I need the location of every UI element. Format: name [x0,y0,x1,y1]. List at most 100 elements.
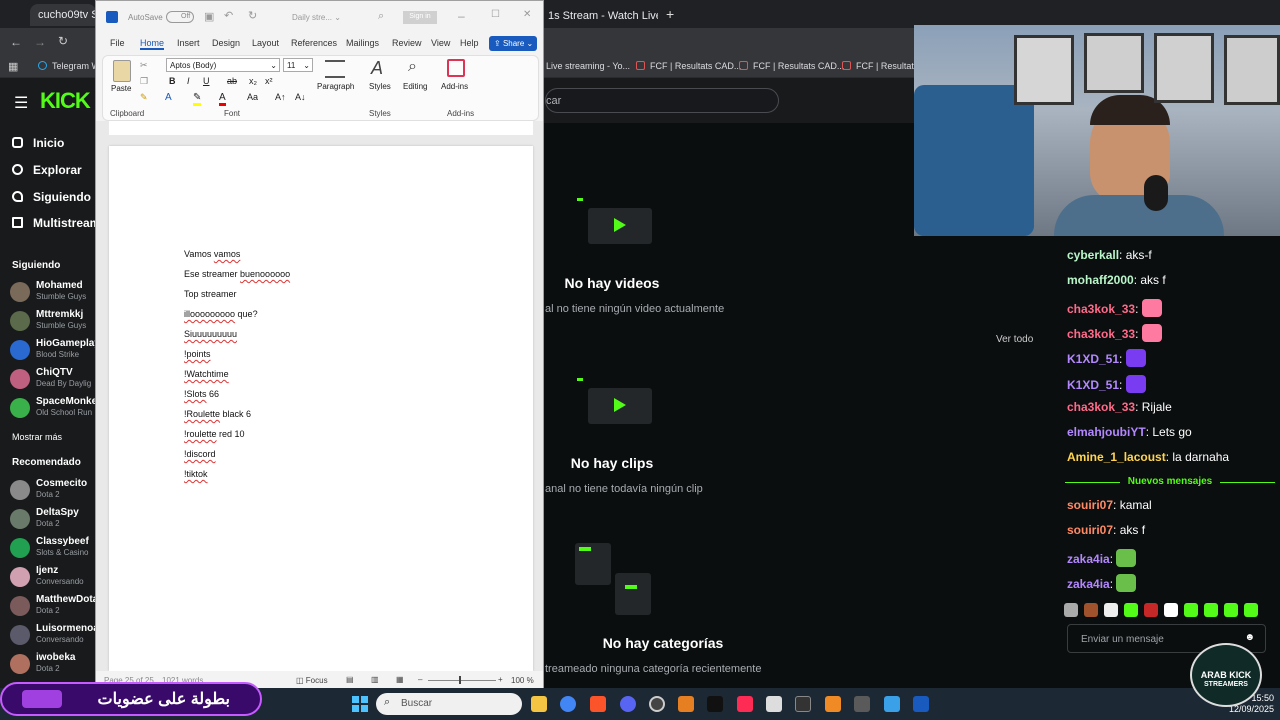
sidebar-channel[interactable]: Mohamed Stumble Guys [10,280,96,304]
change-case-icon[interactable]: Aa [247,92,258,102]
document-line[interactable]: Top streamer [184,289,237,299]
sidebar-item-multistream[interactable]: Multistream [12,216,100,230]
shrink-font-icon[interactable]: A↓ [295,92,306,102]
italic-icon[interactable]: I [187,76,190,86]
chrome-icon[interactable] [560,696,576,712]
back-icon[interactable]: ← [10,35,22,49]
text-effects-icon[interactable]: A [165,92,172,103]
add-ins-label[interactable]: Add-ins [441,82,468,91]
tab-mailings[interactable]: Mailings [346,38,379,48]
document-line[interactable]: illooooooooo que? [184,309,258,319]
copy-icon[interactable]: ❐ [140,76,148,87]
tab-home[interactable]: Home [140,38,165,50]
emote-icon[interactable] [1124,603,1138,617]
browser-tab[interactable]: 1s Stream - Watch Live on ✕ [540,4,658,26]
emote-icon[interactable] [1164,603,1178,617]
document-title[interactable]: Daily stre... ⌄ [292,13,341,22]
emoji-icon[interactable]: ☻ [1244,632,1255,643]
chat-username[interactable]: souiri07 [1067,498,1113,512]
app-icon[interactable] [854,696,870,712]
chat-username[interactable]: cha3kok_33 [1067,302,1135,316]
bold-icon[interactable]: B [169,76,176,86]
tab-file[interactable]: File [110,38,125,48]
read-mode-icon[interactable]: ▤ [346,675,354,684]
redo-icon[interactable]: ↻ [248,9,257,22]
chat-username[interactable]: cha3kok_33 [1067,327,1135,341]
paste-label[interactable]: Paste [111,84,131,93]
tab-references[interactable]: References [291,38,337,48]
print-layout-icon[interactable]: ▥ [371,675,379,684]
emote-icon[interactable] [1184,603,1198,617]
search-icon[interactable]: ⌕ [378,10,384,23]
font-size-select[interactable]: 11 ⌄ [283,58,313,72]
sign-in-button[interactable]: Sign in [403,11,437,24]
document-line[interactable]: Ese streamer buenoooooo [184,269,290,279]
save-icon[interactable]: ▣ [204,10,214,23]
bookmark[interactable]: Live streaming - Yo... [532,61,630,71]
editing-label[interactable]: Editing [403,82,427,91]
app-icon[interactable] [766,696,782,712]
sidebar-item-explorar[interactable]: Explorar [12,163,82,177]
document-page[interactable]: Vamos vamos Ese streamer buenoooooo Top st… [109,146,533,671]
paragraph-icon[interactable] [325,60,345,78]
chat-username[interactable]: souiri07 [1067,523,1113,537]
format-painter-icon[interactable]: ✎ [140,92,148,103]
terminal-icon[interactable] [795,696,811,712]
sidebar-item-inicio[interactable]: Inicio [12,136,64,150]
tiktok-live-icon[interactable] [737,696,753,712]
menu-icon[interactable]: ☰ [14,93,28,113]
document-line[interactable]: Siuuuuuuuuu [184,329,237,339]
document-line[interactable]: !Slots 66 [184,389,219,399]
editing-icon[interactable]: ⌕ [408,58,417,76]
document-line[interactable]: !Watchtime [184,369,229,379]
sidebar-channel[interactable]: Classybeef Slots & Casino [10,536,96,560]
bookmark[interactable]: FCF | Resultats CAD... [636,61,741,71]
minimize-icon[interactable]: – [458,9,465,23]
document-line[interactable]: !discord [184,449,216,459]
emote-icon[interactable] [1064,603,1078,617]
zoom-out-icon[interactable]: – [418,675,422,684]
document-line[interactable]: !Roulette black 6 [184,409,251,419]
show-more-link[interactable]: Mostrar más [12,432,62,442]
paragraph-label[interactable]: Paragraph [317,82,354,91]
emote-icon[interactable] [1224,603,1238,617]
sidebar-channel[interactable]: Luisormenoa Conversando [10,623,96,647]
chat-username[interactable]: zaka4ia [1067,552,1110,566]
document-line[interactable]: Vamos vamos [184,249,240,259]
forward-icon[interactable]: → [34,35,46,49]
browser-tab[interactable]: cucho09tv Str [30,4,96,26]
tiktok-icon[interactable] [707,696,723,712]
chat-username[interactable]: K1XD_51 [1067,352,1119,366]
styles-label[interactable]: Styles [369,82,391,91]
superscript-icon[interactable]: x² [265,76,273,86]
word-icon[interactable] [913,696,929,712]
grow-font-icon[interactable]: A↑ [275,92,286,102]
chat-username[interactable]: mohaff2000 [1067,273,1134,287]
tab-view[interactable]: View [431,38,450,48]
document-line[interactable]: !tiktok [184,469,208,479]
sidebar-channel[interactable]: MatthewDota Dota 2 [10,594,96,618]
font-name-select[interactable]: Aptos (Body) ⌄ [166,58,280,72]
web-layout-icon[interactable]: ▦ [396,675,404,684]
apps-icon[interactable]: ▦ [8,60,18,73]
sidebar-channel[interactable]: DeltaSpy Dota 2 [10,507,96,531]
search-input[interactable]: car [545,88,779,113]
zoom-slider-thumb[interactable] [459,676,461,684]
undo-icon[interactable]: ↶ [224,9,233,22]
highlight-icon[interactable]: ✎ [193,92,202,106]
chat-username[interactable]: cyberkall [1067,248,1119,262]
zoom-level[interactable]: 100 % [511,676,534,685]
maximize-icon[interactable]: ☐ [491,9,500,20]
tab-help[interactable]: Help [460,38,479,48]
chat-username[interactable]: zaka4ia [1067,577,1110,591]
new-tab-icon[interactable]: + [666,6,674,22]
add-ins-icon[interactable] [447,59,465,77]
kick-logo[interactable]: KICK [40,88,91,114]
brave-icon[interactable] [590,696,606,712]
zoom-in-icon[interactable]: + [498,675,503,684]
sidebar-channel[interactable]: SpaceMonke Old School Run [10,396,96,420]
sidebar-channel[interactable]: Ijenz Conversando [10,565,96,589]
paste-icon[interactable] [113,60,131,82]
close-icon[interactable]: ✕ [523,9,531,20]
chat-username[interactable]: elmahjoubiYT [1067,425,1146,439]
